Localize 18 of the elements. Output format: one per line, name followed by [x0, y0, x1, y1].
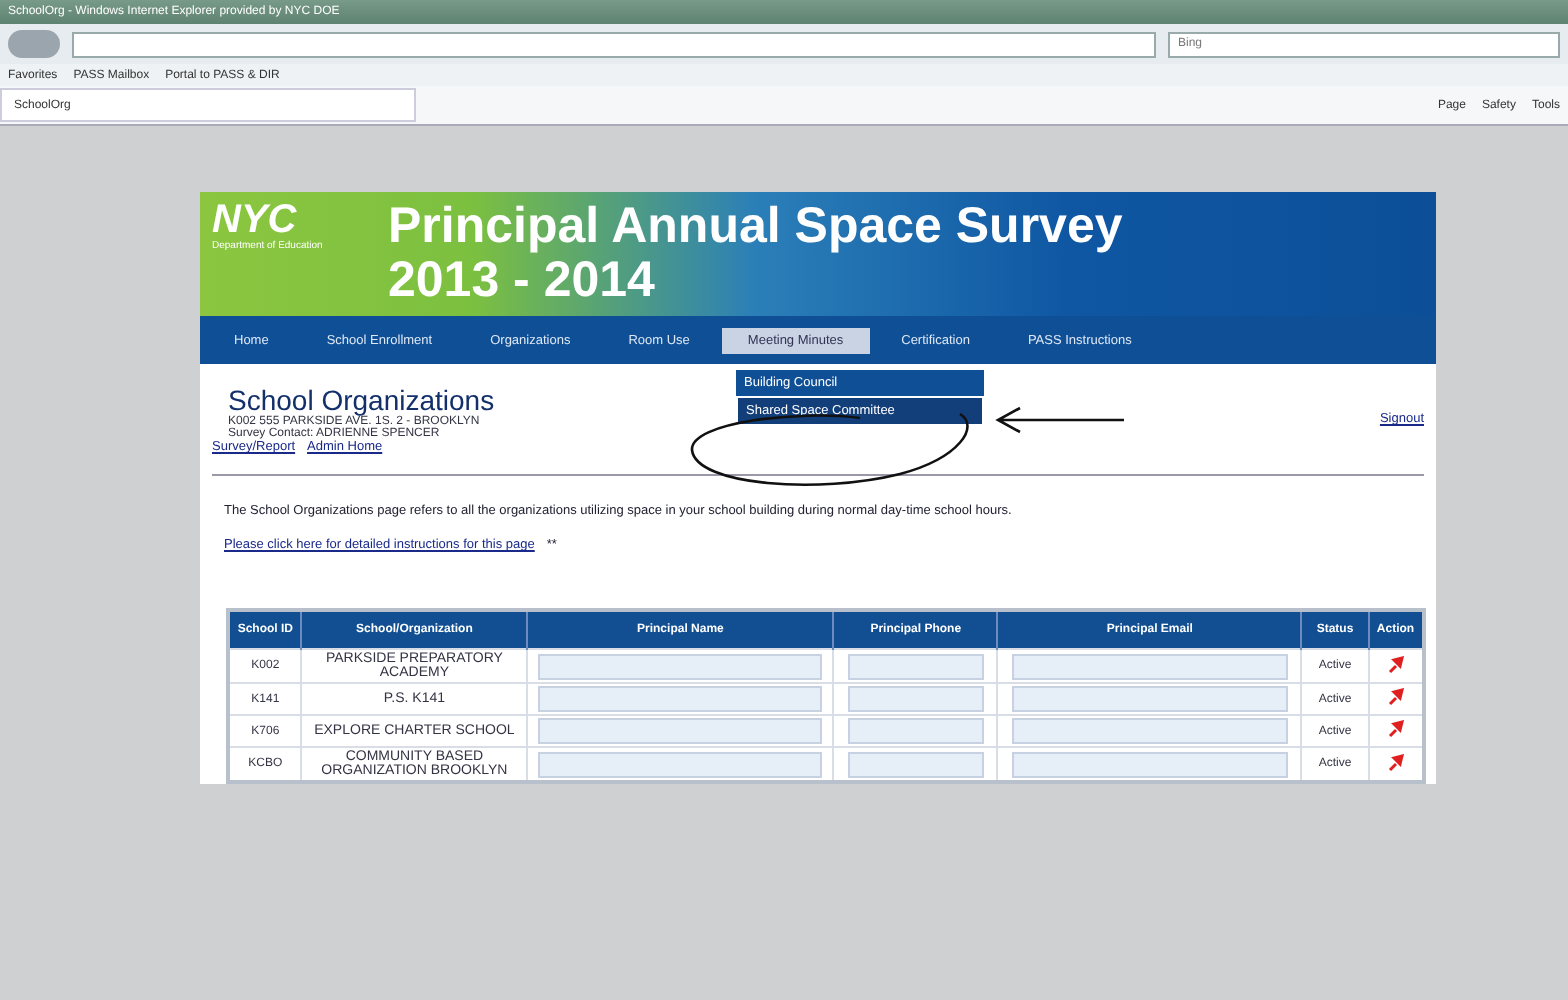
- page-title: School Organizations: [228, 384, 495, 416]
- input-field[interactable]: [1011, 751, 1288, 777]
- input-field[interactable]: [538, 653, 823, 679]
- address-field[interactable]: [72, 31, 1156, 57]
- input-field[interactable]: [538, 686, 823, 712]
- input-field[interactable]: [847, 751, 984, 777]
- back-forward-buttons[interactable]: [8, 30, 60, 58]
- input-field[interactable]: [538, 718, 823, 744]
- input-field[interactable]: [1011, 718, 1288, 744]
- logo: NYC: [212, 200, 297, 240]
- input-field[interactable]: [847, 686, 984, 712]
- input-field[interactable]: [847, 718, 984, 744]
- input-field[interactable]: [1011, 653, 1288, 679]
- input-field[interactable]: [847, 653, 984, 679]
- input-field[interactable]: [538, 751, 823, 777]
- survey-years: 2013 - 2014: [388, 254, 657, 308]
- input-field[interactable]: [1011, 686, 1288, 712]
- survey-title: Principal Annual Space Survey: [388, 200, 1123, 254]
